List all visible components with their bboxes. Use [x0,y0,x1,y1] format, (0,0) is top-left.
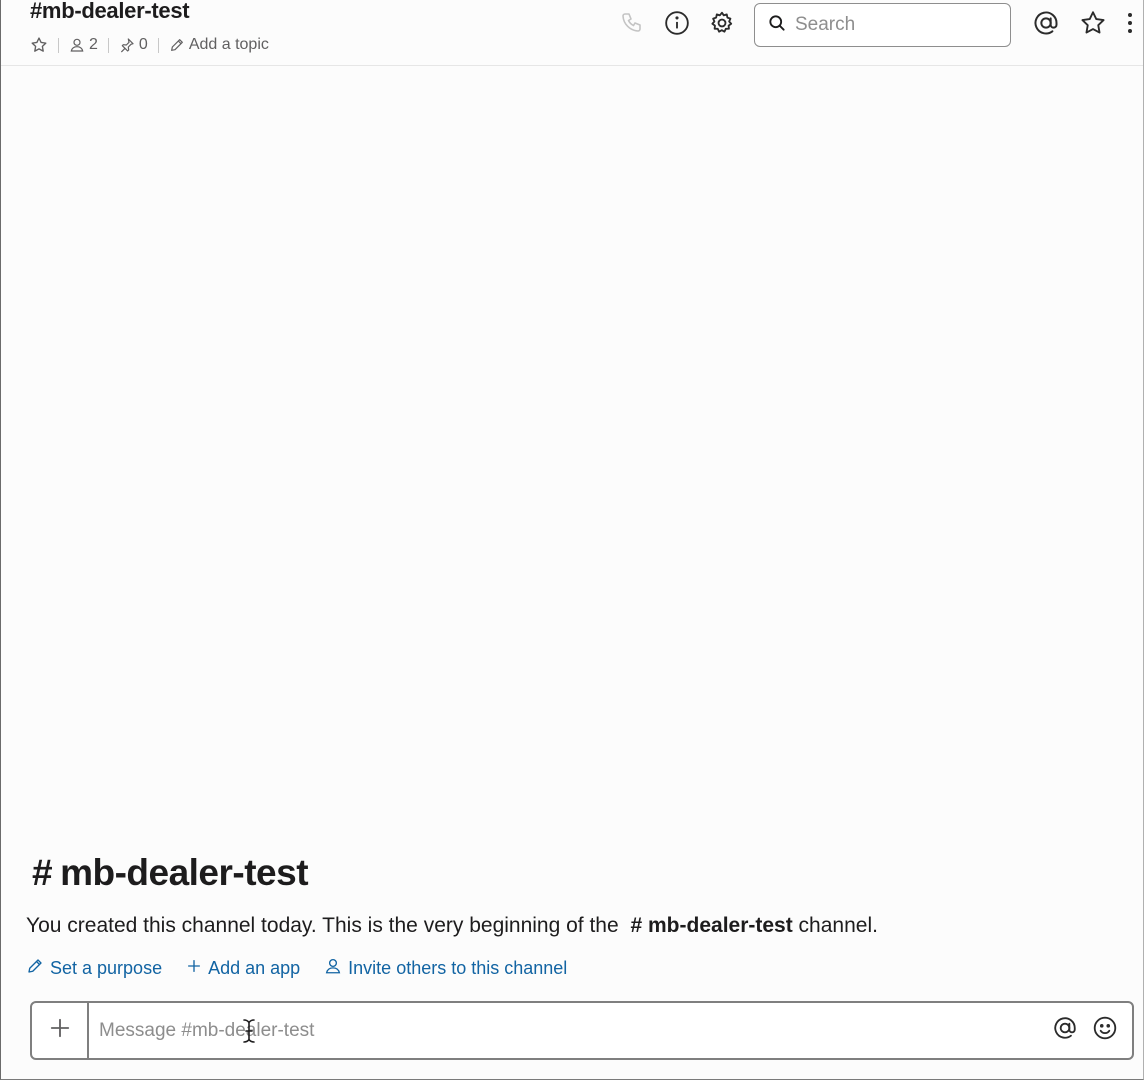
invite-others-label: Invite others to this channel [348,958,568,978]
channel-link[interactable]: # mb-dealer-test [631,914,793,937]
add-app-link[interactable]: Add an app [186,958,300,979]
search-input[interactable] [795,14,995,36]
person-icon [69,37,85,53]
plus-icon [49,1017,71,1044]
invite-others-link[interactable]: Invite others to this channel [324,957,567,980]
channel-title[interactable]: #mb-dealer-test [30,0,190,24]
channel-intro-name: mb-dealer-test [60,852,309,893]
star-icon [30,36,48,54]
pencil-icon [169,37,185,53]
add-topic-button[interactable]: Add a topic [169,36,269,54]
hash-symbol: # [32,852,53,893]
search-box[interactable] [754,3,1011,47]
channel-intro-title: # mb-dealer-test [32,852,309,894]
set-purpose-label: Set a purpose [50,958,163,978]
member-count-button[interactable]: 2 [69,36,98,54]
star-channel-button[interactable] [30,36,48,54]
pin-icon [119,37,135,53]
person-icon [324,957,348,980]
emoji-button[interactable] [1088,1014,1122,1048]
info-icon [664,10,690,41]
starred-items-button[interactable] [1078,9,1108,41]
add-app-label: Add an app [208,958,301,978]
channel-settings-button[interactable] [707,9,737,41]
pinned-count: 0 [138,36,148,53]
mentions-button[interactable] [1031,9,1061,41]
intro-text-before: You created this channel today. This is … [26,914,625,937]
app-window: #mb-dealer-test 2 0 Add a topic Search #… [0,0,1144,1080]
phone-icon [620,11,644,40]
call-button[interactable] [617,9,647,41]
set-purpose-link[interactable]: Set a purpose [26,957,162,980]
divider [58,37,59,53]
intro-text-after: channel. [792,914,878,937]
divider [157,37,159,53]
message-composer [30,1001,1134,1060]
divider [107,37,109,53]
channel-header: #mb-dealer-test 2 0 Add a topic Search [1,0,1143,66]
channel-intro-text: You created this channel today. This is … [26,914,878,938]
at-icon [1032,9,1060,42]
member-count: 2 [89,36,98,53]
more-options-button[interactable] [1120,9,1140,41]
gear-icon [709,10,735,41]
attach-button[interactable] [32,1003,89,1058]
text-cursor-icon [242,1018,256,1044]
star-icon [1079,9,1107,42]
channel-details-button[interactable] [662,9,692,41]
search-icon [767,13,787,38]
channel-meta: 2 0 Add a topic [30,34,269,56]
pinned-count-button[interactable]: 0 [119,36,148,54]
message-input[interactable] [89,1003,1048,1058]
more-vertical-icon [1126,11,1134,40]
plus-icon [186,958,208,979]
mention-button[interactable] [1048,1014,1082,1048]
pencil-icon [26,957,50,980]
emoji-icon [1092,1015,1118,1046]
at-icon [1052,1015,1078,1046]
channel-intro-actions: Set a purpose Add an app Invite others t… [26,957,591,980]
add-topic-label: Add a topic [188,36,269,53]
